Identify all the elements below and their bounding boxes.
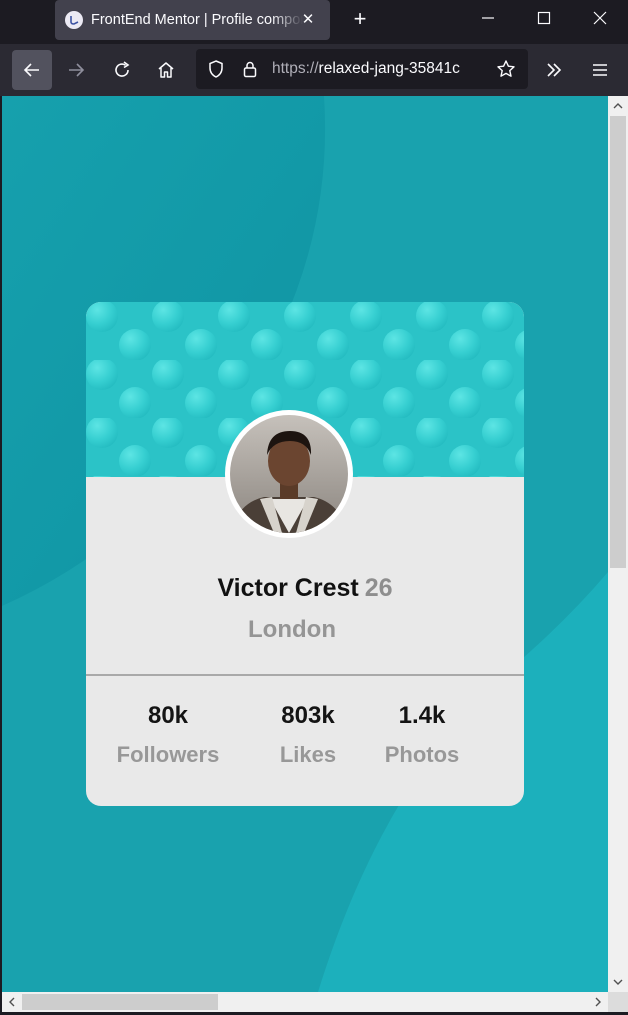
reload-icon [115,61,130,77]
address-bar[interactable]: https://relaxed-jang-35841c [196,49,528,89]
horizontal-scroll-thumb[interactable] [22,994,218,1010]
vertical-scroll-thumb[interactable] [610,116,626,568]
overflow-icon [547,63,562,77]
profile-name-row: Victor Crest 26 [86,572,524,604]
frontend-mentor-favicon-icon [65,11,83,29]
horizontal-scrollbar[interactable] [2,992,608,1012]
home-button[interactable] [146,50,186,90]
forward-icon [69,63,85,77]
stat-photos: 1.4k Photos [352,700,492,770]
minimize-button[interactable] [460,0,516,36]
back-icon [23,63,39,77]
close-window-button[interactable] [572,0,628,36]
back-button[interactable] [12,50,52,90]
close-icon [593,11,607,25]
stat-value: 80k [147,702,189,729]
overflow-button[interactable] [534,50,574,90]
profile-name: Victor Crest [217,574,359,602]
avatar-photo [230,415,348,533]
profile-city: London [248,616,336,643]
scroll-up-arrow-icon[interactable] [608,96,628,116]
menu-button[interactable] [580,50,620,90]
stat-label: Photos [384,742,460,767]
page-viewport: Victor Crest 26 London 80k Followers 803k… [2,96,608,992]
scroll-down-arrow-icon[interactable] [608,972,628,992]
profile-card: Victor Crest 26 London 80k Followers 803k… [86,302,524,806]
tab-close-icon[interactable]: ✕ [298,10,318,30]
avatar [225,410,353,538]
new-tab-button[interactable]: + [346,6,374,34]
stat-label: Followers [116,742,220,767]
divider [86,674,524,676]
scroll-left-arrow-icon[interactable] [2,992,22,1012]
forward-button[interactable] [56,50,96,90]
browser-tab[interactable]: FrontEnd Mentor | Profile component ✕ [55,0,330,40]
stat-value: 1.4k [398,702,446,729]
scrollbar-corner [608,992,628,1012]
navigation-toolbar: https://relaxed-jang-35841c [0,44,628,96]
home-icon [158,62,174,78]
minimize-icon [482,17,494,19]
star-icon[interactable] [496,59,516,79]
menu-icon [593,64,607,76]
lock-icon[interactable] [240,59,260,79]
scroll-right-arrow-icon[interactable] [588,992,608,1012]
tab-bar: FrontEnd Mentor | Profile component ✕ + [0,0,628,44]
maximize-button[interactable] [516,0,572,36]
tab-title: FrontEnd Mentor | Profile component [91,12,303,28]
profile-age: 26 [364,574,393,602]
maximize-icon [537,11,551,25]
stat-followers: 80k Followers [98,700,238,770]
url-text[interactable]: https://relaxed-jang-35841c [272,59,482,79]
reload-button[interactable] [102,50,142,90]
shield-icon[interactable] [206,59,226,79]
vertical-scrollbar[interactable] [608,96,628,992]
